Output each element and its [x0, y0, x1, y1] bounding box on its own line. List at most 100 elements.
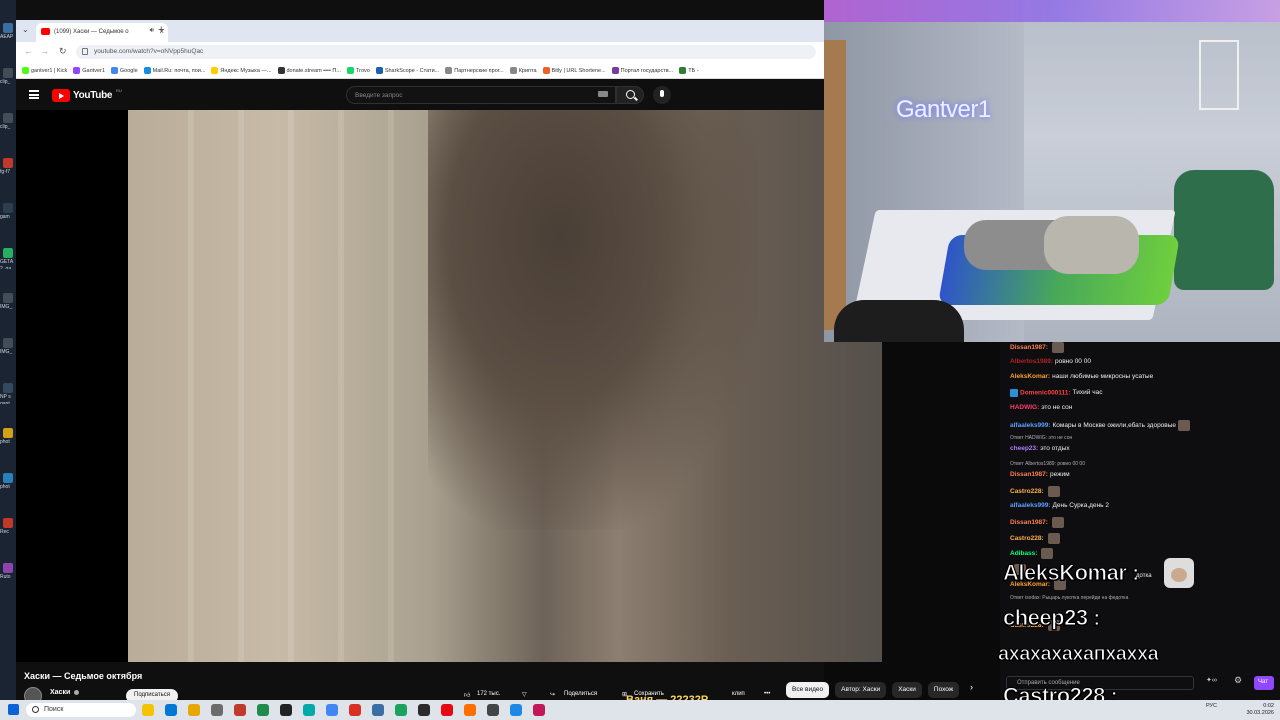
clock[interactable]: 0:02 30.03.2026	[1224, 703, 1274, 717]
share-button[interactable]: Поделиться	[564, 691, 597, 697]
desktop-icon[interactable]: phot	[0, 427, 16, 449]
windows-start-icon[interactable]	[8, 704, 19, 715]
taskbar-app-icon[interactable]	[142, 704, 154, 716]
taskbar-app-icon[interactable]	[510, 704, 522, 716]
taskbar-app-icon[interactable]	[533, 704, 545, 716]
bookmark-item[interactable]: Портал государств...	[611, 67, 673, 74]
chat-message[interactable]: alfaaleks999: День Сурка,день 2	[1010, 502, 1109, 509]
chat-username[interactable]: alfaaleks999:	[1010, 502, 1050, 509]
like-count[interactable]: 172 тыс.	[477, 691, 500, 697]
desktop-icon[interactable]: clip_	[0, 112, 16, 134]
like-icon[interactable]: 👍︎	[464, 691, 470, 699]
bookmark-item[interactable]: Google	[110, 67, 138, 74]
chat-username[interactable]: Dissan1987:	[1010, 344, 1048, 351]
tab-search-icon[interactable]: ⌄	[22, 25, 29, 34]
desktop-icon[interactable]: IMG_	[0, 292, 16, 314]
taskbar-app-icon[interactable]	[418, 704, 430, 716]
chat-message[interactable]: cheep23: это отдых	[1010, 445, 1070, 452]
taskbar-app-icon[interactable]	[257, 704, 269, 716]
bookmark-item[interactable]: gantver1 | Kick	[22, 67, 67, 74]
youtube-logo-icon[interactable]	[52, 89, 70, 102]
filter-chip[interactable]: Все видео	[786, 682, 830, 698]
address-bar[interactable]: youtube.com/watch?v=oNVpp5huQac	[76, 45, 816, 59]
desktop-icon[interactable]: GETA 2_ga	[0, 247, 16, 269]
taskbar-search[interactable]: Поиск	[26, 703, 136, 717]
chat-message[interactable]: Castro228:	[1010, 486, 1060, 497]
bookmark-item[interactable]: Партнерские прог...	[445, 67, 504, 74]
chat-message[interactable]: Domenic000111: Тихий час	[1010, 388, 1102, 397]
chat-username[interactable]: cheep23:	[1010, 445, 1038, 452]
taskbar-app-icon[interactable]	[349, 704, 361, 716]
back-icon[interactable]: ←	[24, 46, 33, 56]
desktop-icon[interactable]: Rec	[0, 517, 16, 539]
keyboard-icon[interactable]	[598, 91, 608, 97]
chat-username[interactable]: Dissan1987:	[1010, 471, 1048, 478]
desktop-icon[interactable]: gam	[0, 202, 16, 224]
desktop-icon[interactable]: IMG_	[0, 337, 16, 359]
taskbar-app-icon[interactable]	[395, 704, 407, 716]
more-icon[interactable]: •••	[764, 691, 770, 697]
search-input[interactable]: Введите запрос	[346, 86, 616, 104]
taskbar-app-icon[interactable]	[372, 704, 384, 716]
bookmark-item[interactable]: Bitly | URL Shortene...	[542, 67, 606, 74]
chat-username[interactable]: Albertos1989:	[1010, 358, 1053, 365]
chat-username[interactable]: Dissan1987:	[1010, 519, 1048, 526]
chat-username[interactable]: Domenic000111:	[1020, 389, 1071, 396]
taskbar-app-icon[interactable]	[487, 704, 499, 716]
bookmark-item[interactable]: ТБ -	[679, 67, 699, 74]
chat-username[interactable]: Castro228:	[1010, 535, 1044, 542]
youtube-wordmark[interactable]: YouTube	[73, 90, 113, 101]
voice-search-button[interactable]	[653, 86, 671, 104]
speaker-icon[interactable]: 🔊︎	[150, 27, 154, 35]
tab-youtube[interactable]: (1099) Хаски — Седьмое о 🔊︎ ×	[36, 23, 168, 42]
taskbar-app-icon[interactable]	[326, 704, 338, 716]
clip-button[interactable]: клип	[732, 691, 745, 697]
desktop-icon[interactable]: AEAP	[0, 22, 16, 44]
taskbar-app-icon[interactable]	[303, 704, 315, 716]
bookmark-item[interactable]: Mail.Ru: почта, пои...	[143, 67, 205, 74]
channel-name[interactable]: Хаски	[50, 689, 70, 696]
share-icon[interactable]: ↪	[550, 691, 555, 698]
bookmark-item[interactable]: Trovo	[346, 67, 370, 74]
desktop-icon[interactable]: fg-f7	[0, 157, 16, 179]
chat-message[interactable]: HADWIG: это не сон	[1010, 404, 1072, 411]
desktop-icon[interactable]: NP s gant	[0, 382, 16, 404]
taskbar-app-icon[interactable]	[211, 704, 223, 716]
filter-chip[interactable]: Хаски	[892, 682, 922, 698]
chat-message[interactable]: Dissan1987:	[1010, 342, 1064, 353]
chat-message[interactable]: Albertos1989: ровно 00 00	[1010, 358, 1091, 365]
dislike-icon[interactable]: ▽	[522, 691, 527, 698]
bookmark-item[interactable]: Яндекс Музыка —...	[211, 67, 272, 74]
bookmark-item[interactable]: SharkScope - Стати...	[375, 67, 439, 74]
taskbar-app-icon[interactable]	[280, 704, 292, 716]
menu-icon[interactable]	[29, 90, 39, 99]
filter-chip[interactable]: Автор: Хаски	[835, 682, 887, 698]
search-button[interactable]	[616, 86, 644, 104]
reload-icon[interactable]: ↻	[59, 46, 67, 57]
chat-username[interactable]: Adibass:	[1010, 550, 1037, 557]
site-info-icon[interactable]	[82, 48, 88, 55]
taskbar-app-icon[interactable]	[464, 704, 476, 716]
bookmark-item[interactable]: Gantver1	[73, 67, 105, 74]
chat-username[interactable]: HADWIG:	[1010, 404, 1039, 411]
chat-message[interactable]: AleksKomar: наши любимые микросны усатые	[1010, 373, 1153, 380]
desktop-icon[interactable]: phot	[0, 472, 16, 494]
chat-message[interactable]: Dissan1987: режим	[1010, 471, 1070, 478]
gear-icon[interactable]: ⚙	[1234, 675, 1242, 686]
language-indicator[interactable]: РУС	[1206, 703, 1217, 710]
channel-points-icon[interactable]: ✦∞	[1206, 676, 1217, 684]
taskbar-app-icon[interactable]	[234, 704, 246, 716]
chat-message[interactable]: Dissan1987:	[1010, 517, 1064, 528]
taskbar-app-icon[interactable]	[165, 704, 177, 716]
forward-icon[interactable]: →	[40, 46, 49, 56]
chat-message[interactable]: Castro228:	[1010, 532, 1060, 544]
taskbar-app-icon[interactable]	[188, 704, 200, 716]
chevron-right-icon[interactable]: ›	[970, 682, 973, 692]
video-frame[interactable]	[128, 110, 882, 662]
desktop-icon[interactable]: Ruto	[0, 562, 16, 584]
chat-username[interactable]: Castro228:	[1010, 488, 1044, 495]
taskbar-app-icon[interactable]	[441, 704, 453, 716]
chat-username[interactable]: alfaaleks999:	[1010, 422, 1050, 429]
desktop-icon[interactable]: clip_	[0, 67, 16, 89]
new-tab-button[interactable]: +	[158, 24, 164, 36]
